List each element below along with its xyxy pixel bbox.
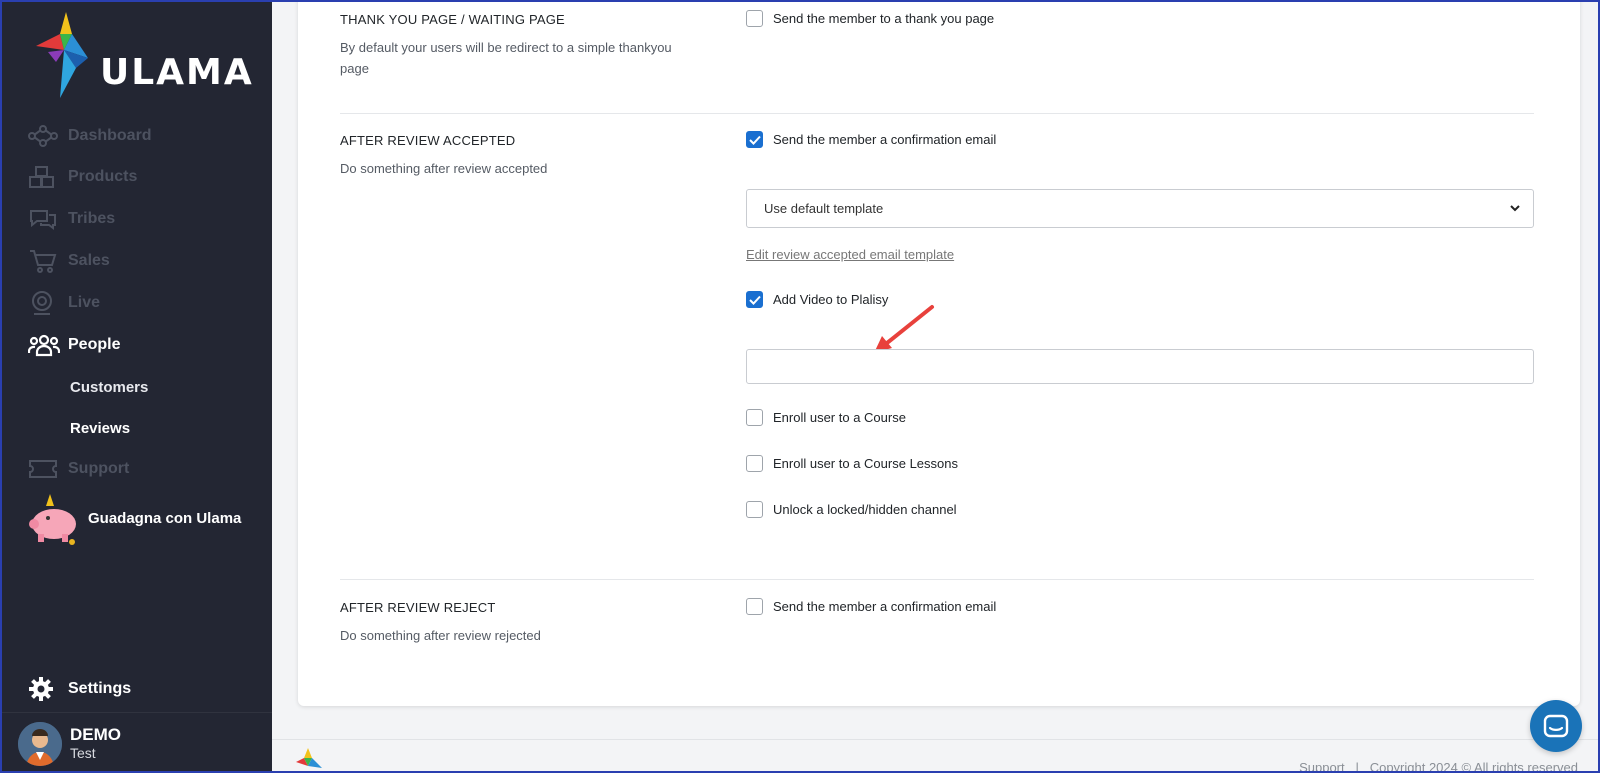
user-name: DEMO <box>70 725 121 744</box>
footer-copyright: Copyright 2024 © All rights reserved <box>1369 760 1578 773</box>
accepted-confirm-label: Send the member a confirmation email <box>773 132 997 147</box>
user-profile[interactable]: DEMO Test <box>18 722 121 766</box>
footer-text: Support | Copyright 2024 © All rights re… <box>1299 760 1578 773</box>
avatar <box>18 722 62 766</box>
boxes-icon <box>28 163 60 191</box>
people-group-icon <box>28 331 60 359</box>
ticket-icon <box>28 455 60 483</box>
sidebar-item-label: Products <box>68 168 138 185</box>
enroll-lessons-checkbox[interactable] <box>746 455 763 472</box>
cart-icon <box>28 247 60 275</box>
bird-logo-icon <box>36 12 88 98</box>
sidebar-item-products[interactable]: Products <box>28 163 137 191</box>
section-title-accepted: AFTER REVIEW ACCEPTED <box>340 133 516 148</box>
sidebar-item-affiliate[interactable]: Guadagna con Ulama <box>26 490 241 546</box>
footer: Support | Copyright 2024 © All rights re… <box>272 739 1600 773</box>
rejected-confirm-row[interactable]: Send the member a confirmation email <box>746 598 996 615</box>
footer-logo-icon <box>296 748 330 773</box>
edit-email-template-link[interactable]: Edit review accepted email template <box>746 247 954 262</box>
footer-support-link[interactable]: Support <box>1299 760 1345 773</box>
add-video-row[interactable]: Add Video to Plalisy <box>746 291 888 308</box>
sidebar-item-label: Live <box>68 294 101 311</box>
sidebar-item-live[interactable]: Live <box>28 289 100 317</box>
settings-label: Settings <box>68 680 132 697</box>
chevron-down-icon <box>1509 202 1521 217</box>
share-nodes-icon <box>28 122 60 150</box>
sidebar: ULAMA Dashboard Products Tribes Sales Li… <box>0 0 272 773</box>
chat-bubbles-icon <box>28 205 60 233</box>
sidebar-item-dashboard[interactable]: Dashboard <box>28 122 152 150</box>
piggy-bank-icon <box>26 490 82 546</box>
enroll-lessons-row[interactable]: Enroll user to a Course Lessons <box>746 455 958 472</box>
sidebar-item-label: Sales <box>68 252 110 269</box>
user-role: Test <box>70 745 96 761</box>
rejected-confirm-label: Send the member a confirmation email <box>773 599 997 614</box>
sidebar-item-settings[interactable]: Settings <box>28 676 131 702</box>
thankyou-checkbox-row[interactable]: Send the member to a thank you page <box>746 10 994 27</box>
checkmark-icon <box>748 295 761 305</box>
sidebar-item-label: Support <box>68 460 130 477</box>
sidebar-item-tribes[interactable]: Tribes <box>28 205 115 233</box>
section-divider <box>340 579 1534 580</box>
sidebar-subitem-reviews[interactable]: Reviews <box>70 420 130 437</box>
unlock-channel-checkbox[interactable] <box>746 501 763 518</box>
webcam-icon <box>28 289 60 317</box>
ulama-logo[interactable]: ULAMA <box>36 12 252 102</box>
gear-icon <box>28 676 60 702</box>
footer-separator: | <box>1355 760 1359 773</box>
section-desc-accepted: Do something after review accepted <box>340 161 548 176</box>
logo-text: ULAMA <box>100 52 254 93</box>
enroll-course-label: Enroll user to a Course <box>773 410 906 425</box>
email-template-selected: Use default template <box>764 201 884 216</box>
section-title-rejected: AFTER REVIEW REJECT <box>340 600 496 615</box>
sidebar-item-label: Tribes <box>68 210 116 227</box>
section-divider <box>340 113 1534 114</box>
accepted-confirm-checkbox[interactable] <box>746 131 763 148</box>
affiliate-label: Guadagna con Ulama <box>88 509 242 527</box>
sidebar-item-people[interactable]: People <box>28 331 120 359</box>
unlock-channel-label: Unlock a locked/hidden channel <box>773 502 957 517</box>
enroll-course-row[interactable]: Enroll user to a Course <box>746 409 906 426</box>
thankyou-checkbox-label: Send the member to a thank you page <box>773 11 995 26</box>
sidebar-item-label: People <box>68 336 121 353</box>
sidebar-item-support[interactable]: Support <box>28 455 129 483</box>
section-title-thankyou: THANK YOU PAGE / WAITING PAGE <box>340 12 565 27</box>
add-video-checkbox[interactable] <box>746 291 763 308</box>
sidebar-item-label: Dashboard <box>68 127 152 144</box>
annotation-arrow-icon <box>874 305 934 353</box>
chat-icon <box>1543 714 1569 738</box>
playlist-input[interactable] <box>746 349 1534 384</box>
enroll-lessons-label: Enroll user to a Course Lessons <box>773 456 958 471</box>
sidebar-subitem-customers[interactable]: Customers <box>70 379 148 396</box>
chat-launcher-button[interactable] <box>1530 700 1582 752</box>
accepted-confirm-row[interactable]: Send the member a confirmation email <box>746 131 996 148</box>
section-desc-rejected: Do something after review rejected <box>340 628 541 643</box>
sidebar-divider <box>0 712 272 713</box>
section-desc-thankyou: By default your users will be redirect t… <box>340 40 672 76</box>
thankyou-checkbox[interactable] <box>746 10 763 27</box>
enroll-course-checkbox[interactable] <box>746 409 763 426</box>
sidebar-item-sales[interactable]: Sales <box>28 247 110 275</box>
checkmark-icon <box>748 135 761 145</box>
email-template-select[interactable]: Use default template <box>746 189 1534 228</box>
rejected-confirm-checkbox[interactable] <box>746 598 763 615</box>
unlock-channel-row[interactable]: Unlock a locked/hidden channel <box>746 501 957 518</box>
